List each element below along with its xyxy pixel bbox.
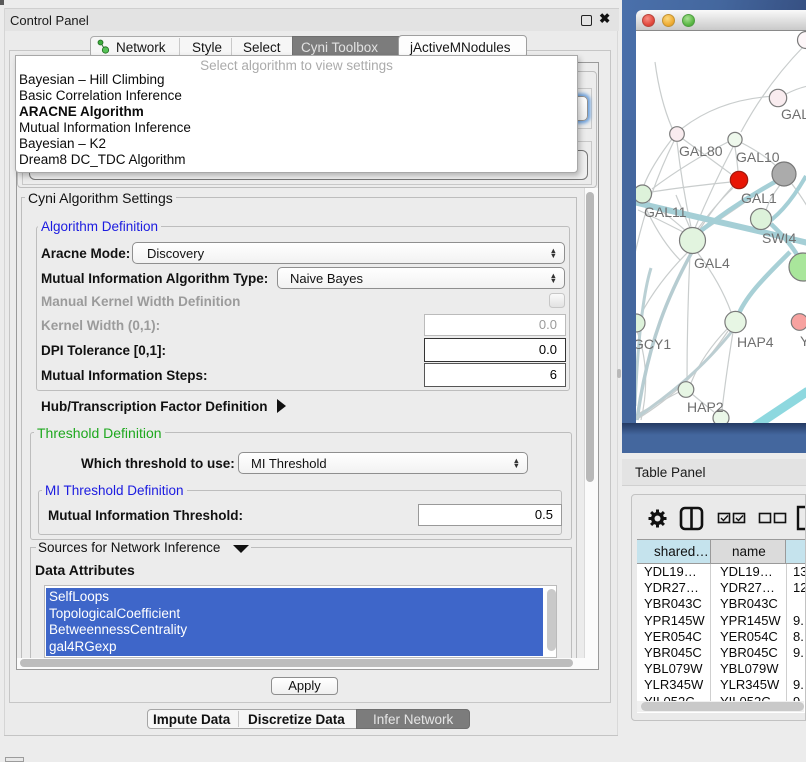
svg-text:GAL80: GAL80 [679, 143, 723, 159]
svg-text:HAP2: HAP2 [687, 399, 724, 415]
svg-text:GAL2: GAL2 [781, 106, 806, 122]
svg-text:GAL11: GAL11 [644, 204, 687, 220]
svg-text:YJ: YJ [800, 333, 806, 349]
svg-text:SWI4: SWI4 [762, 230, 796, 246]
svg-text:GAL1: GAL1 [741, 190, 777, 206]
svg-text:GAL4: GAL4 [694, 255, 730, 271]
svg-text:GCY1: GCY1 [636, 336, 671, 352]
svg-text:HAP4: HAP4 [737, 334, 774, 350]
svg-text:GAL10: GAL10 [736, 149, 780, 165]
